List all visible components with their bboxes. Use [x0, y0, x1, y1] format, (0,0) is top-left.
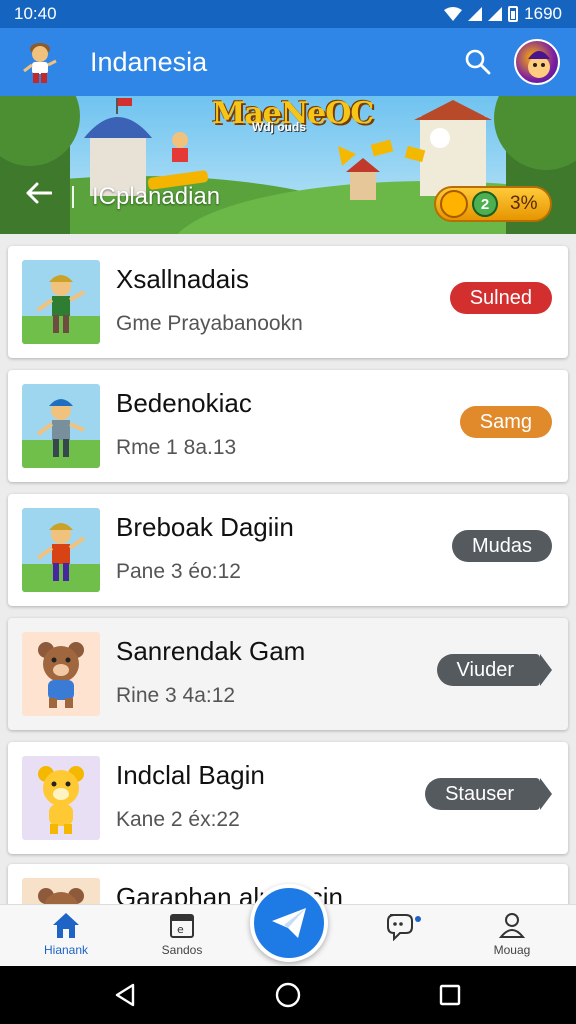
- app-title: Indanesia: [90, 46, 208, 77]
- send-fab-button[interactable]: [250, 884, 328, 962]
- banner-nav-row: ICplanadian: [26, 182, 220, 212]
- chat-bubble-icon: [387, 914, 421, 941]
- back-arrow-icon[interactable]: [26, 182, 56, 212]
- nav-label: Hianank: [43, 943, 89, 957]
- game-subtitle: Rme 1 8a.13: [116, 436, 237, 459]
- list-item[interactable]: Bedenokiac Rme 1 8a.13 Samg: [8, 370, 568, 482]
- list-item[interactable]: Breboak Dagiin Pane 3 éo:12 Mudas: [8, 494, 568, 606]
- nav-item-chat[interactable]: [364, 911, 444, 945]
- status-time: 10:40: [14, 4, 57, 23]
- list-item[interactable]: Sanrendak Gam Rine 3 4a:12 Viuder: [8, 618, 568, 730]
- svg-text:e: e: [177, 923, 184, 936]
- list-item[interactable]: Xsallnadais Gme Prayabanookn Sulned: [8, 246, 568, 358]
- calendar-icon: e: [170, 914, 194, 938]
- game-title: Bedenokiac: [116, 388, 252, 418]
- status-badge[interactable]: Samg: [459, 406, 552, 438]
- nav-item-sandos[interactable]: e Sandos: [142, 911, 222, 957]
- boy-character-thumbnail: [22, 384, 100, 468]
- progress-pill[interactable]: 2 3%: [434, 186, 552, 222]
- game-subtitle: Gme Prayabanookn: [116, 312, 303, 335]
- game-title: Xsallnadais: [116, 264, 249, 294]
- nav-item-profile[interactable]: Mouag: [472, 911, 552, 957]
- back-triangle-icon[interactable]: [112, 982, 138, 1008]
- nav-item-home[interactable]: Hianank: [26, 911, 106, 957]
- send-icon: [272, 908, 306, 938]
- system-nav-bar: [0, 966, 576, 1024]
- battery-level: 1690: [524, 4, 562, 23]
- profile-icon: [498, 913, 526, 938]
- nav-label: Mouag: [493, 943, 531, 957]
- boy-character-thumbnail: [22, 260, 100, 344]
- avatar-icon[interactable]: [514, 39, 560, 85]
- app-bar: Indanesia: [0, 28, 576, 96]
- status-bar: 10:40 1690: [0, 0, 576, 28]
- search-icon[interactable]: [458, 42, 498, 82]
- banner-title: ICplanadian: [92, 183, 221, 210]
- banner-logo-subtext: Wdj ouds: [252, 120, 306, 134]
- bear-character-thumbnail: [22, 632, 100, 716]
- home-icon: [53, 913, 79, 938]
- list-item[interactable]: Indclal Bagin Kane 2 éx:22 Stauser: [8, 742, 568, 854]
- gem-icon: 2: [472, 191, 498, 217]
- recents-square-icon[interactable]: [437, 982, 463, 1008]
- banner-divider: [72, 186, 74, 208]
- game-subtitle: Kane 2 éx:22: [116, 808, 240, 831]
- status-badge[interactable]: Stauser: [425, 778, 552, 810]
- game-title: Indclal Bagin: [116, 760, 265, 790]
- wifi-icon: [444, 7, 463, 21]
- game-subtitle: Rine 3 4a:12: [116, 684, 236, 707]
- nav-label: Sandos: [161, 943, 203, 957]
- signal-icon: [468, 7, 483, 21]
- progress-percent: 3%: [510, 193, 538, 214]
- game-subtitle: Pane 3 éo:12: [116, 560, 241, 583]
- yellow-bear-thumbnail: [22, 756, 100, 840]
- battery-icon: [508, 6, 519, 22]
- character-logo-icon[interactable]: [16, 38, 64, 86]
- app-screen: 10:40 1690 Indanesia MaeNeOC Wdj ouds IC…: [0, 0, 576, 1024]
- boy-character-thumbnail: [22, 508, 100, 592]
- status-badge[interactable]: Mudas: [451, 530, 552, 562]
- status-icons: 1690: [444, 4, 562, 24]
- home-circle-icon[interactable]: [275, 982, 301, 1008]
- game-title: Sanrendak Gam: [116, 636, 306, 666]
- featured-banner[interactable]: MaeNeOC Wdj ouds ICplanadian 2 3%: [0, 96, 576, 234]
- status-badge[interactable]: Viuder: [436, 654, 553, 686]
- coin-icon: [440, 190, 468, 218]
- game-title: Breboak Dagiin: [116, 512, 294, 542]
- status-badge[interactable]: Sulned: [449, 282, 552, 314]
- signal-icon-2: [488, 7, 503, 21]
